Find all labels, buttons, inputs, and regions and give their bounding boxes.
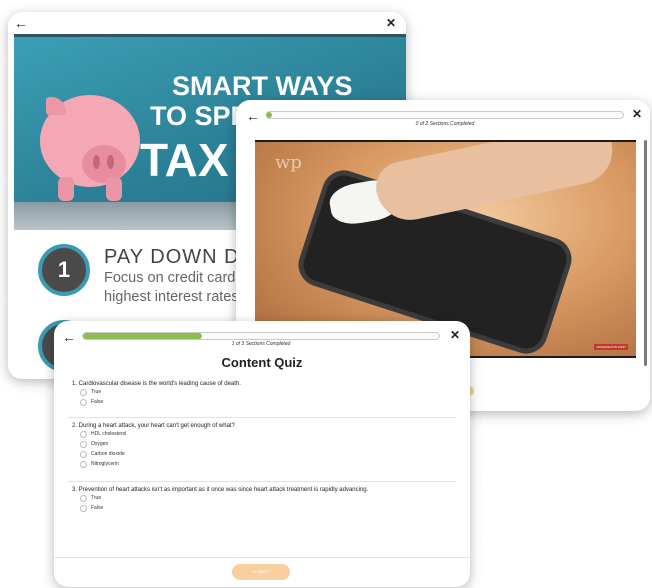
answer-option[interactable]: False [80, 503, 452, 513]
question-divider [68, 417, 456, 418]
quiz-question: 1. Cardiovascular disease is the world's… [72, 381, 452, 407]
video-watermark: wp [275, 152, 302, 173]
answer-label: Oxygen [91, 441, 109, 447]
section-progress-fill [83, 333, 202, 339]
tip-body-line1: Focus on credit card [104, 270, 236, 286]
radio-button[interactable] [80, 440, 87, 448]
piggy-ear [46, 97, 66, 115]
radio-button[interactable] [80, 388, 87, 396]
answer-label: Carbon dioxide [91, 451, 125, 457]
hand-illustration [371, 142, 619, 227]
question-divider [68, 481, 456, 482]
radio-button[interactable] [80, 460, 87, 468]
back-arrow-icon[interactable]: ← [246, 109, 260, 123]
section-progress-bar [82, 332, 440, 340]
section-progress-text: 1 of 3 Sections Completed [231, 341, 291, 347]
answer-label: True [91, 495, 102, 501]
answer-option[interactable]: False [80, 397, 452, 407]
answer-label: Nitroglycerin [91, 461, 119, 467]
scrollbar[interactable] [644, 140, 647, 366]
back-arrow-icon[interactable]: ← [62, 330, 76, 344]
content-quiz-card: ← ✕ 1 of 3 Sections Completed Content Qu… [54, 321, 470, 587]
answer-option[interactable]: True [80, 387, 452, 397]
hero-title-line1: SMART WAYS [172, 71, 353, 101]
section-progress-bar [266, 111, 624, 119]
tip-body-line2: highest interest rates [104, 289, 239, 305]
tip-number-badge: 1 [38, 244, 90, 296]
answer-label: HDL cholesterol [91, 431, 127, 437]
close-icon[interactable]: ✕ [632, 108, 642, 120]
radio-button[interactable] [80, 430, 87, 438]
section-progress-text: 0 of 2 Sections Completed [415, 121, 475, 127]
answer-label: False [91, 505, 104, 511]
radio-button[interactable] [80, 504, 87, 512]
answer-option[interactable]: True [80, 493, 452, 503]
progress-start-dot [266, 112, 272, 118]
piggy-nostril [93, 155, 100, 169]
close-icon[interactable]: ✕ [450, 329, 460, 341]
quiz-question: 3. Prevention of heart attacks isn't as … [72, 487, 452, 513]
footer-divider [54, 557, 470, 558]
radio-button[interactable] [80, 494, 87, 502]
quiz-question: 2. During a heart attack, your heart can… [72, 423, 452, 469]
piggy-leg [106, 177, 122, 201]
quiz-title: Content Quiz [221, 355, 303, 370]
submit-button[interactable]: SUBMIT [232, 564, 290, 580]
hero-title-line2: TO SPE [150, 101, 249, 131]
piggy-leg [58, 177, 74, 201]
answer-option[interactable]: Oxygen [80, 439, 452, 449]
answer-label: False [91, 399, 104, 405]
radio-button[interactable] [80, 398, 87, 406]
answer-label: True [91, 389, 102, 395]
video-corner-label: WASHINGTON POST [594, 344, 628, 350]
radio-button[interactable] [80, 450, 87, 458]
answer-option[interactable]: Carbon dioxide [80, 449, 452, 459]
piggy-nostril [107, 155, 114, 169]
back-arrow-icon[interactable]: ← [14, 16, 28, 30]
answer-option[interactable]: Nitroglycerin [80, 459, 452, 469]
close-icon[interactable]: ✕ [386, 17, 396, 29]
answer-option[interactable]: HDL cholesterol [80, 429, 452, 439]
